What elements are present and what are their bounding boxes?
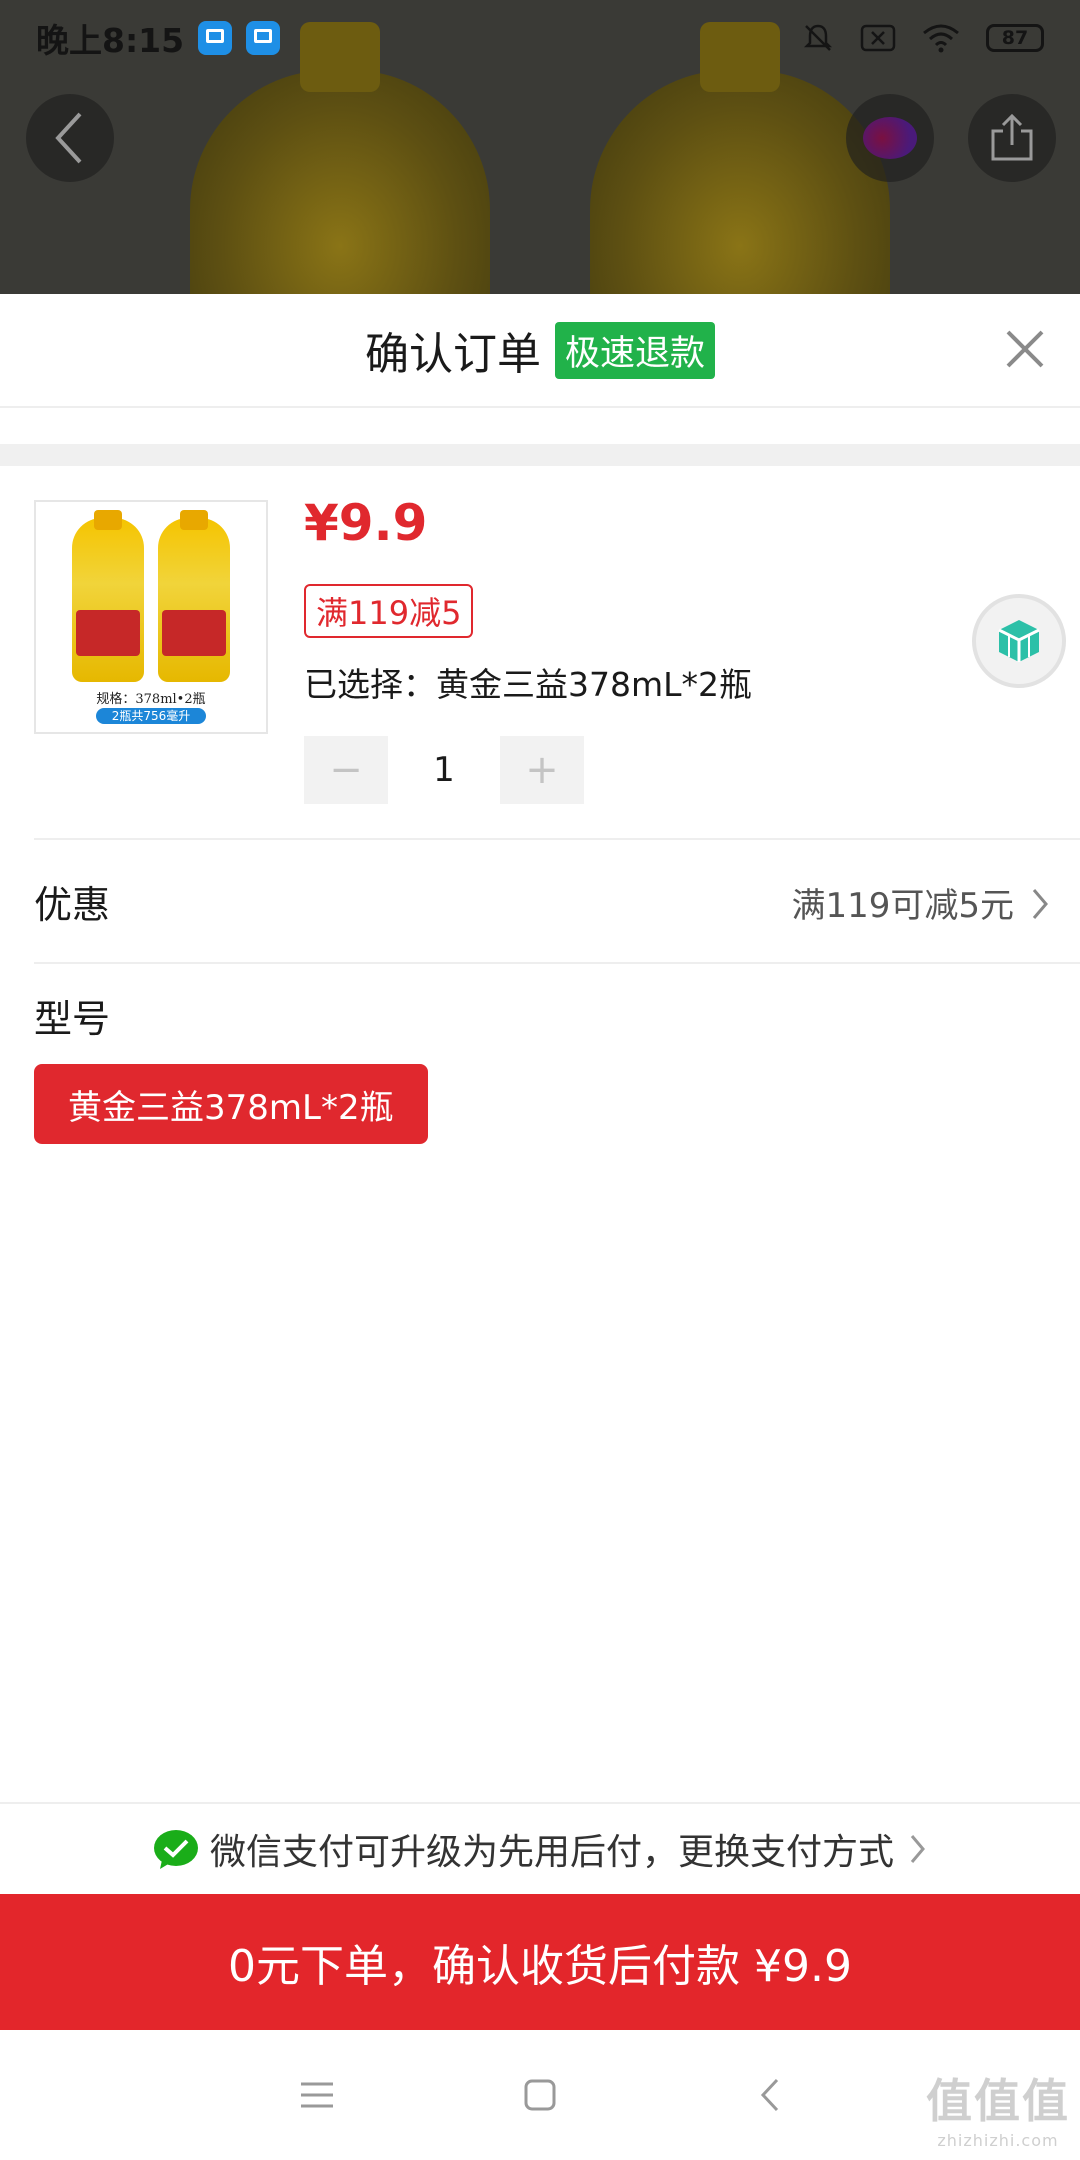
bell-muted-icon	[803, 24, 833, 51]
wifi-icon	[923, 24, 959, 53]
coupon-tag: 满119减5	[304, 584, 474, 638]
place-order-button[interactable]: 0元下单，确认收货后付款 ¥9.9	[0, 1894, 1080, 2030]
cube-icon	[998, 620, 1040, 662]
nav-back-button[interactable]	[740, 2070, 800, 2120]
order-confirm-sheet: 确认订单 极速退款 规格：378ml•2瓶 2瓶共756毫升 ¥9.9 满119…	[0, 294, 1080, 2160]
product-spec-text: 规格：378ml•2瓶	[96, 692, 206, 707]
battery-icon: 87	[986, 24, 1044, 52]
quantity-value: 1	[433, 750, 455, 790]
product-volume-pill: 2瓶共756毫升	[96, 708, 206, 724]
payment-hint-text: 微信支付可升级为先用后付，更换支付方式	[209, 1832, 894, 1873]
promotion-value[interactable]: 满119可减5元	[791, 878, 1014, 927]
bottle-image	[72, 510, 144, 682]
divider	[34, 838, 1080, 840]
share-icon	[991, 113, 1033, 161]
model-option-selected[interactable]: 黄金三益378mL*2瓶	[34, 1064, 428, 1144]
3d-view-button[interactable]	[972, 594, 1066, 688]
payment-method-row[interactable]: 微信支付可升级为先用后付，更换支付方式	[0, 1804, 1080, 1894]
divider	[0, 406, 1080, 408]
divider	[34, 962, 1080, 964]
product-price: ¥9.9	[304, 494, 428, 552]
status-time: 晚上8:15	[36, 21, 185, 60]
app-notification-icon	[198, 21, 233, 55]
section-gap	[0, 444, 1080, 466]
sheet-header: 确认订单 极速退款	[0, 294, 1080, 406]
watermark: 值值值 zhizhizhi.com	[926, 2065, 1070, 2150]
bottle-image	[190, 22, 490, 296]
nav-home-button[interactable]	[510, 2070, 570, 2120]
refund-badge: 极速退款	[554, 321, 715, 379]
watermark-logo: 值值值	[926, 2074, 1070, 2128]
promotion-label: 优惠	[34, 883, 111, 927]
product-thumbnail[interactable]: 规格：378ml•2瓶 2瓶共756毫升	[34, 500, 268, 734]
sheet-title: 确认订单	[364, 329, 541, 380]
chevron-left-icon	[55, 112, 82, 164]
chevron-right-icon	[910, 1835, 925, 1863]
selected-variant-text: 已选择：黄金三益378mL*2瓶	[304, 665, 753, 704]
avatar	[863, 117, 917, 159]
system-nav-bar	[0, 2030, 1080, 2160]
chevron-right-icon[interactable]	[1030, 886, 1050, 922]
sim-x-icon	[860, 24, 896, 52]
back-button[interactable]	[26, 94, 114, 182]
nav-menu-button[interactable]	[287, 2070, 347, 2120]
menu-icon	[301, 2082, 333, 2108]
share-button[interactable]	[968, 94, 1056, 182]
wechat-pay-icon	[153, 1830, 198, 1869]
close-icon[interactable]	[1000, 324, 1050, 374]
quantity-decrease-button[interactable]: −	[304, 736, 388, 804]
watermark-url: zhizhizhi.com	[937, 2131, 1059, 2150]
model-label: 型号	[34, 997, 111, 1041]
chevron-left-icon	[760, 2078, 779, 2112]
status-bar: 晚上8:15 87	[0, 0, 1080, 76]
avatar-button[interactable]	[846, 94, 934, 182]
bottle-image	[590, 22, 890, 296]
bottle-image	[158, 510, 230, 682]
home-square-icon	[524, 2079, 556, 2111]
quantity-increase-button[interactable]: +	[500, 736, 584, 804]
app-notification-icon	[246, 21, 281, 55]
